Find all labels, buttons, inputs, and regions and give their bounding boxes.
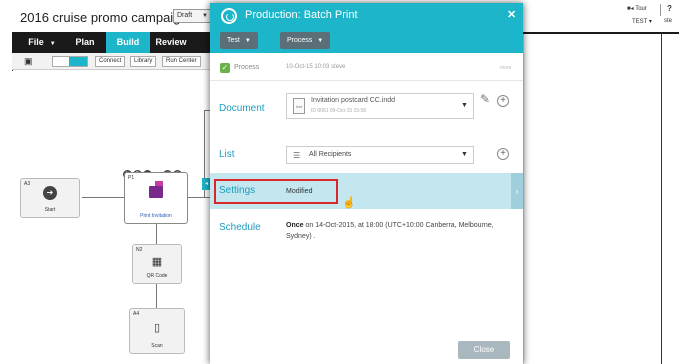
list-value: All Recipients [309,151,352,158]
video-icon: ■◂ [627,6,636,12]
nav-build[interactable]: Build [106,32,150,53]
divider [660,4,661,16]
divider [523,34,524,364]
connect-button[interactable]: Connect [95,56,126,67]
help-icon[interactable]: ? [667,4,672,13]
print-icon [149,186,163,198]
connector-line [156,224,157,244]
chevron-right-icon[interactable]: › [511,173,523,209]
dialog-title: Production: Batch Print [245,9,358,21]
node-id: P1 [128,175,135,181]
node-id: A3 [24,181,31,187]
app-logo-icon [221,8,237,24]
status-dropdown[interactable]: Draft ▼ [173,9,211,23]
add-circle-icon[interactable]: + [497,148,509,160]
node-action-badges: ✎⧉∞✉⚙ [123,162,183,179]
connector-line [156,284,157,308]
chevron-down-icon: ▼ [317,38,324,44]
node-label: Print Invitation [140,213,172,219]
more-link[interactable]: more [500,65,511,71]
connector-line [82,197,124,198]
node-qr-code[interactable]: N2 ▦ QR Code [132,244,182,284]
node-scan[interactable]: A4 ▯ Scan [129,308,185,354]
nav-review[interactable]: Review [152,32,190,53]
document-meta: ID 6061 09-Oct-15 15:58 [311,108,367,114]
check-icon: ✓ [220,63,230,73]
dialog-header: Production: Batch Print ✕ [210,3,523,29]
save-icon[interactable]: ▣ [24,56,33,67]
view-toggle-active [69,57,87,66]
schedule-value[interactable]: Once on 14-Oct-2015, at 18:00 (UTC+10:00… [286,220,511,242]
test-dropdown[interactable]: Test ▼ [220,32,258,49]
list-icon: ☰ [293,151,301,160]
canvas-right-area [522,34,679,364]
node-label: Scan [151,343,163,349]
node-print-invitation[interactable]: P1 Print Invitation [124,172,188,224]
process-date: 10-Oct-15 10:03 steve [286,64,346,70]
run-center-button[interactable]: Run Center [162,56,201,67]
nav-file-menu[interactable]: File ▼ [24,32,60,53]
app-root: 2016 cruise promo campaign Draft ▼ ■◂ To… [0,0,679,364]
library-button[interactable]: Library [130,56,157,67]
node-id: N2 [136,247,143,253]
nav-plan[interactable]: Plan [70,32,100,53]
document-name: Invitation postcard CC.indd [311,97,396,104]
add-circle-icon[interactable]: + [497,95,509,107]
process-row: ✓ Process 10-Oct-15 10:03 steve more [210,57,523,81]
batch-print-dialog: Production: Batch Print ✕ Test ▼ Process ▼… [210,3,523,364]
process-label: Process [234,64,260,71]
close-icon[interactable]: ✕ [507,8,516,21]
chevron-down-icon: ▼ [202,13,208,19]
chevron-down-icon: ▼ [244,38,251,44]
dialog-tab-bar: Test ▼ Process ▼ [210,29,523,53]
node-label: Start [44,207,56,213]
node-id: A4 [133,311,140,317]
tour-link[interactable]: ■◂ Tour [627,5,647,12]
qr-code-icon: ▦ [151,256,163,268]
phone-icon: ▯ [153,322,161,334]
chevron-down-icon: ▼ [461,102,468,109]
chevron-down-icon: ▼ [49,41,56,47]
close-button[interactable]: Close [458,341,510,359]
pencil-icon[interactable]: ✎ [480,92,490,106]
schedule-label: Schedule [219,222,261,233]
node-start[interactable]: A3 ➔ Start [20,178,80,218]
chevron-down-icon: ▼ [461,151,468,158]
hand-cursor-icon: ☝ [342,197,356,209]
list-label: List [219,149,235,160]
divider [661,34,662,364]
play-icon: ➔ [43,186,57,200]
view-toggle[interactable] [52,56,88,67]
process-dropdown[interactable]: Process ▼ [280,32,331,49]
settings-highlight-box [214,179,338,204]
file-icon: ind [293,98,305,114]
document-select[interactable]: ind Invitation postcard CC.indd ID 6061 … [286,93,474,119]
document-label: Document [219,103,265,114]
user-name[interactable]: ste [664,18,672,24]
list-select[interactable]: ☰ All Recipients ▼ [286,146,474,164]
connector-line [188,197,210,198]
environment-selector[interactable]: TEST ▾ [632,18,652,25]
status-value: Draft [177,12,193,19]
campaign-title: 2016 cruise promo campaign [20,10,188,25]
node-label: QR Code [146,273,168,279]
